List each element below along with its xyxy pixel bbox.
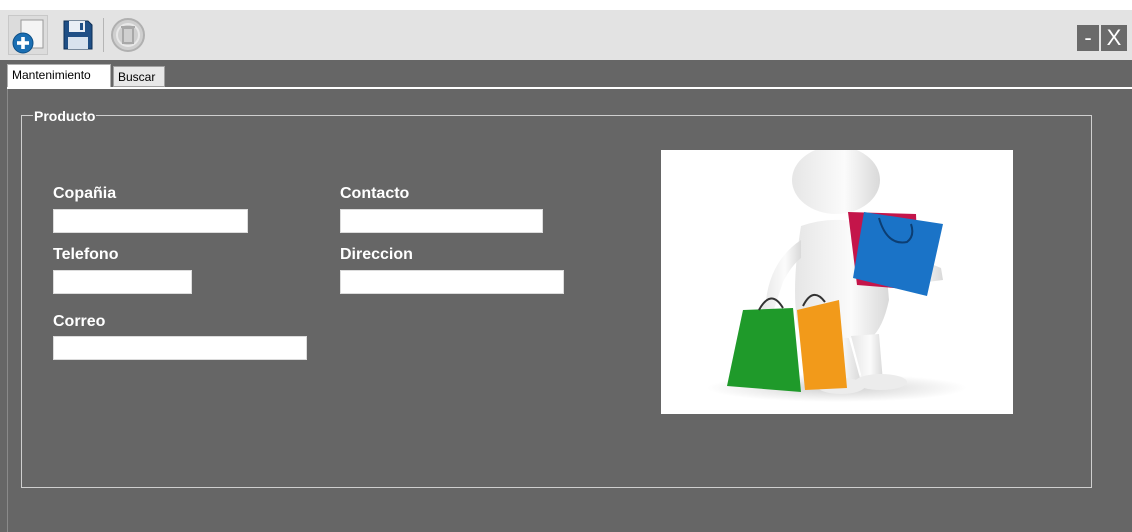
- tab-divider: [7, 87, 1132, 89]
- correo-label: Correo: [53, 313, 106, 330]
- toolbar-separator: [103, 18, 104, 52]
- tab-buscar[interactable]: Buscar: [113, 66, 165, 87]
- app-window: - X Mantenimiento Buscar Producto Copañi…: [0, 10, 1132, 532]
- toolbar: - X: [0, 10, 1132, 60]
- contacto-field[interactable]: [340, 209, 543, 233]
- minimize-button[interactable]: -: [1077, 25, 1099, 51]
- save-button[interactable]: [58, 15, 98, 55]
- add-new-icon: [12, 19, 44, 54]
- tab-panel-border: [7, 89, 8, 532]
- delete-button[interactable]: [108, 15, 148, 55]
- telefono-label: Telefono: [53, 246, 119, 263]
- trash-delete-icon: [111, 18, 145, 52]
- floppy-disk-save-icon: [63, 20, 93, 50]
- tab-mantenimiento[interactable]: Mantenimiento: [7, 64, 111, 87]
- new-button[interactable]: [8, 15, 48, 55]
- shopping-person-icon: [707, 150, 967, 402]
- direccion-field[interactable]: [340, 270, 564, 294]
- compania-field[interactable]: [53, 209, 248, 233]
- close-button[interactable]: X: [1101, 25, 1127, 51]
- contacto-label: Contacto: [340, 185, 410, 202]
- telefono-field[interactable]: [53, 270, 192, 294]
- groupbox-title: Producto: [33, 108, 97, 124]
- product-picture: [661, 150, 1013, 414]
- correo-field[interactable]: [53, 336, 307, 360]
- direccion-label: Direccion: [340, 246, 413, 263]
- tab-strip: Mantenimiento Buscar: [0, 60, 1132, 87]
- compania-label: Copañia: [53, 185, 117, 202]
